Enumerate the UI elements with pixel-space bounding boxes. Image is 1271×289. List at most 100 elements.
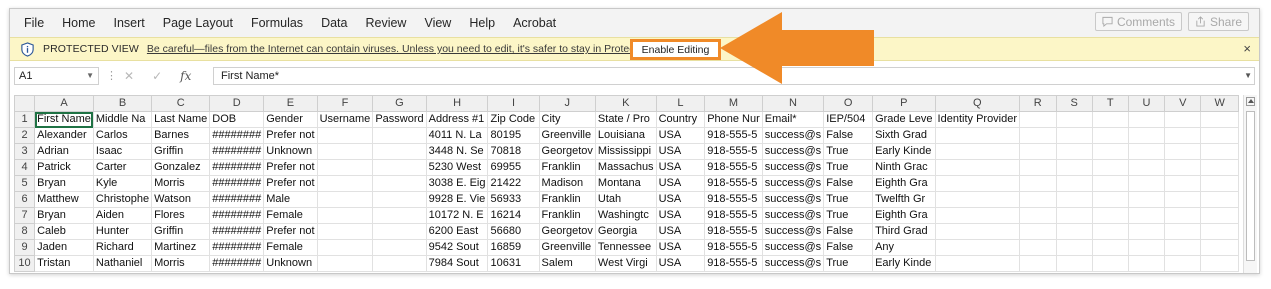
cell[interactable]: Early Kinde — [872, 143, 936, 160]
cell[interactable]: USA — [655, 127, 706, 144]
cell[interactable]: USA — [655, 191, 706, 208]
cell[interactable]: Madison — [538, 175, 596, 192]
cell[interactable]: Franklin — [538, 207, 596, 224]
cell[interactable] — [1164, 127, 1202, 144]
cell[interactable] — [316, 239, 374, 256]
menu-view[interactable]: View — [415, 9, 460, 37]
column-header-j[interactable]: J — [538, 95, 596, 112]
cell[interactable]: Georgetov — [538, 223, 596, 240]
cell[interactable]: ######## — [209, 223, 265, 240]
cell[interactable] — [1091, 207, 1129, 224]
cell[interactable]: Tristan — [34, 255, 94, 272]
cell[interactable]: Morris — [151, 255, 211, 272]
cell[interactable]: Griffin — [151, 143, 211, 160]
cell[interactable]: ######## — [209, 159, 265, 176]
row-header[interactable]: 9 — [14, 239, 36, 256]
row-header[interactable]: 2 — [14, 127, 36, 144]
cell[interactable]: Massachus — [594, 159, 657, 176]
cell[interactable]: 918-555-5 — [704, 143, 763, 160]
cell[interactable] — [1127, 127, 1166, 144]
cell[interactable]: Kyle — [92, 175, 153, 192]
cell[interactable]: ######## — [209, 207, 265, 224]
cell[interactable]: Unknown — [263, 143, 318, 160]
column-header-b[interactable]: B — [92, 95, 153, 112]
cell[interactable]: True — [823, 159, 874, 176]
cell[interactable]: First Name — [34, 111, 94, 128]
cell[interactable]: ######## — [209, 127, 265, 144]
cell[interactable]: Twelfth Gr — [872, 191, 936, 208]
cell[interactable] — [372, 143, 427, 160]
cell[interactable]: 16214 — [487, 207, 540, 224]
cell[interactable]: Bryan — [34, 175, 94, 192]
cell[interactable] — [1055, 127, 1093, 144]
cell[interactable] — [1055, 191, 1093, 208]
cell[interactable] — [1164, 111, 1202, 128]
cell[interactable]: 918-555-5 — [704, 191, 763, 208]
cell[interactable] — [1055, 143, 1093, 160]
cell[interactable] — [1091, 239, 1129, 256]
cell[interactable] — [372, 255, 427, 272]
cell[interactable] — [1091, 143, 1129, 160]
cell[interactable]: Georgetov — [538, 143, 596, 160]
cell[interactable] — [1164, 223, 1202, 240]
cell[interactable] — [1019, 143, 1057, 160]
cell[interactable]: Middle Na — [92, 111, 153, 128]
row-header[interactable]: 7 — [14, 207, 36, 224]
cell[interactable]: success@s — [761, 255, 825, 272]
cell[interactable]: Alexander — [34, 127, 94, 144]
cell[interactable]: False — [823, 223, 874, 240]
name-box[interactable]: A1 ▼ — [14, 67, 99, 85]
cell[interactable]: DOB — [209, 111, 265, 128]
cell[interactable]: Female — [263, 207, 318, 224]
cell[interactable] — [1127, 159, 1166, 176]
insert-function-icon[interactable]: fx — [180, 69, 191, 83]
cell[interactable]: Phone Nur — [704, 111, 763, 128]
cell[interactable] — [1127, 143, 1166, 160]
cell[interactable] — [1164, 239, 1202, 256]
cell[interactable]: Richard — [92, 239, 153, 256]
cell[interactable] — [316, 143, 374, 160]
cell[interactable] — [1091, 159, 1129, 176]
vertical-scrollbar[interactable] — [1243, 95, 1257, 273]
cell[interactable] — [1055, 239, 1093, 256]
cell[interactable]: 80195 — [487, 127, 540, 144]
row-header[interactable]: 4 — [14, 159, 36, 176]
cell[interactable]: Greenville — [538, 127, 596, 144]
cell[interactable]: 3448 N. Se — [425, 143, 489, 160]
cell[interactable] — [372, 175, 427, 192]
cell[interactable] — [316, 223, 374, 240]
cell[interactable] — [316, 191, 374, 208]
column-header-r[interactable]: R — [1019, 95, 1057, 112]
cell[interactable]: 10631 — [487, 255, 540, 272]
share-button[interactable]: Share — [1187, 12, 1249, 31]
cell[interactable]: False — [823, 239, 874, 256]
cell[interactable]: success@s — [761, 159, 825, 176]
menu-formulas[interactable]: Formulas — [242, 9, 312, 37]
cell[interactable]: success@s — [761, 127, 825, 144]
cell[interactable]: Tennessee — [594, 239, 657, 256]
cell[interactable] — [1055, 175, 1093, 192]
menu-data[interactable]: Data — [312, 9, 356, 37]
cell[interactable] — [1200, 143, 1239, 160]
cell[interactable] — [1019, 191, 1057, 208]
cell[interactable] — [1055, 223, 1093, 240]
cell[interactable]: 918-555-5 — [704, 175, 763, 192]
column-header-w[interactable]: W — [1200, 95, 1239, 112]
cell[interactable]: Flores — [151, 207, 211, 224]
comments-button[interactable]: Comments — [1094, 12, 1182, 31]
cell[interactable]: Nathaniel — [92, 255, 153, 272]
cell[interactable]: 56680 — [487, 223, 540, 240]
cell[interactable]: Salem — [538, 255, 596, 272]
cell[interactable]: Early Kinde — [872, 255, 936, 272]
cell[interactable]: Male — [263, 191, 318, 208]
cell[interactable] — [1091, 191, 1129, 208]
cell[interactable]: Prefer not — [263, 223, 318, 240]
cell[interactable] — [372, 239, 427, 256]
cell[interactable]: USA — [655, 159, 706, 176]
cell[interactable] — [1019, 127, 1057, 144]
cell[interactable]: Caleb — [34, 223, 94, 240]
cell[interactable] — [1200, 159, 1239, 176]
cell[interactable]: 69955 — [487, 159, 540, 176]
cell[interactable]: City — [538, 111, 596, 128]
cell[interactable]: Martinez — [151, 239, 211, 256]
